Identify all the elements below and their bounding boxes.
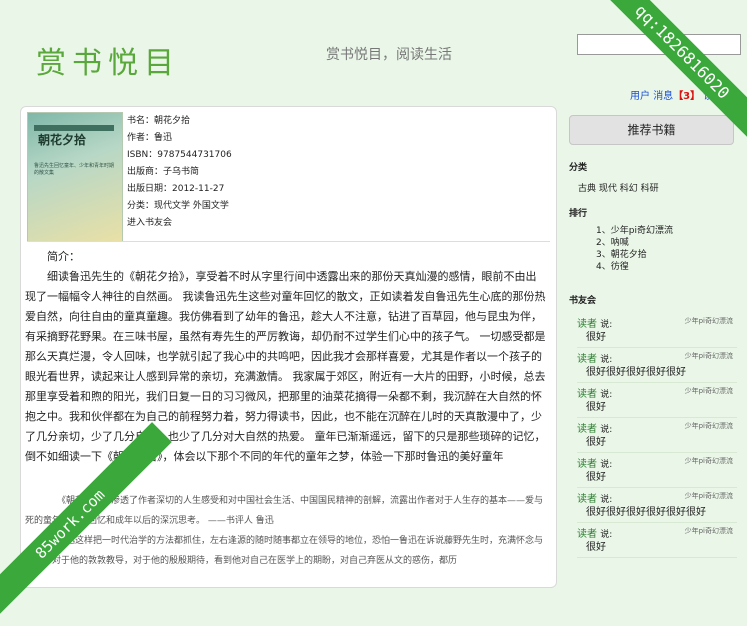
intro-text: 细读鲁迅先生的《朝花夕拾》，享受着不时从字里行间中透露出来的那份天真灿漫的感情，… — [25, 270, 546, 463]
book-isbn: ISBN：9787544731706 — [127, 150, 232, 160]
quote-2: 鲁迅这样把一时代治学的方法都抓住，左右逢源的随时随事都立在领导的地位，恐怕一鲁迅… — [25, 536, 544, 566]
post-book[interactable]: 少年pi奇幻漂流 — [685, 491, 733, 501]
post-book[interactable]: 少年pi奇幻漂流 — [685, 316, 733, 326]
cover-title: 朝花夕拾 — [38, 133, 87, 147]
post-text: 很好 — [586, 542, 606, 553]
post-book[interactable]: 少年pi奇幻漂流 — [685, 456, 733, 466]
user-link[interactable]: 用户 — [630, 91, 650, 102]
club-post: 读者 说: 少年pi奇幻漂流 很好很好很好很好很好 — [577, 348, 737, 383]
book-category: 分类：现代文学 外国文学 — [127, 201, 229, 211]
post-user[interactable]: 读者 — [577, 354, 597, 365]
post-text: 很好很好很好很好很好很好 — [586, 507, 706, 518]
post-text: 很好 — [586, 332, 606, 343]
post-book[interactable]: 少年pi奇幻漂流 — [685, 386, 733, 396]
club-post: 读者 说: 少年pi奇幻漂流 很好 — [577, 453, 737, 488]
book-club-posts: 读者 说: 少年pi奇幻漂流 很好 读者 说: 少年pi奇幻漂流 很好很好很好很好很… — [577, 313, 737, 558]
ranking-item[interactable]: 1、少年pi奇幻漂流 — [596, 225, 673, 237]
post-book[interactable]: 少年pi奇幻漂流 — [685, 526, 733, 536]
book-intro: 简介： 细读鲁迅先生的《朝花夕拾》，享受着不时从字里行间中透露出来的那份天真灿漫… — [25, 247, 547, 467]
post-user[interactable]: 读者 — [577, 389, 597, 400]
club-post: 读者 说: 少年pi奇幻漂流 很好 — [577, 383, 737, 418]
ranking-item[interactable]: 2、呐喊 — [596, 237, 673, 249]
club-post: 读者 说: 少年pi奇幻漂流 很好 — [577, 418, 737, 453]
book-author: 作者：鲁迅 — [127, 133, 173, 143]
post-says: 说: — [600, 355, 613, 365]
intro-label: 简介： — [47, 250, 80, 263]
post-says: 说: — [600, 530, 613, 540]
recommend-books-button[interactable]: 推荐书籍 — [569, 115, 734, 145]
book-title: 书名：朝花夕拾 — [127, 116, 191, 126]
post-says: 说: — [600, 320, 613, 330]
post-text: 很好 — [586, 402, 606, 413]
ranking-heading: 排行 — [569, 209, 588, 219]
club-post: 读者 说: 少年pi奇幻漂流 很好 — [577, 313, 737, 348]
club-post: 读者 说: 少年pi奇幻漂流 很好很好很好很好很好很好 — [577, 488, 737, 523]
post-user[interactable]: 读者 — [577, 529, 597, 540]
ranking-item[interactable]: 4、彷徨 — [596, 261, 673, 273]
ranking-item[interactable]: 3、朝花夕拾 — [596, 249, 673, 261]
post-says: 说: — [600, 495, 613, 505]
post-user[interactable]: 读者 — [577, 424, 597, 435]
post-says: 说: — [600, 460, 613, 470]
book-club-link[interactable]: 进入书友会 — [127, 215, 232, 232]
post-says: 说: — [600, 390, 613, 400]
divider — [27, 241, 550, 242]
cover-subtitle: 鲁迅先生回忆童年、少年和青年时期的散文集 — [34, 163, 115, 176]
post-says: 说: — [600, 425, 613, 435]
post-text: 很好 — [586, 437, 606, 448]
club-post: 读者 说: 少年pi奇幻漂流 很好 — [577, 523, 737, 558]
post-text: 很好 — [586, 472, 606, 483]
book-publish-date: 出版日期：2012-11-27 — [127, 184, 225, 194]
site-tagline: 赏书悦目，阅读生活 — [326, 47, 452, 63]
post-book[interactable]: 少年pi奇幻漂流 — [685, 351, 733, 361]
category-links[interactable]: 古典 现代 科幻 科研 — [578, 181, 659, 194]
message-count-badge: 【3】 — [673, 91, 701, 102]
ranking-list: 1、少年pi奇幻漂流 2、呐喊 3、朝花夕拾 4、彷徨 — [596, 225, 673, 273]
book-club-heading: 书友会 — [569, 296, 597, 306]
post-text: 很好很好很好很好很好 — [586, 367, 686, 378]
book-detail-card: 朝花夕拾 鲁迅先生回忆童年、少年和青年时期的散文集 书名：朝花夕拾 作者：鲁迅 … — [20, 106, 557, 588]
site-logo[interactable]: 赏书悦目 — [36, 38, 180, 82]
message-link[interactable]: 消息【3】 — [653, 91, 700, 102]
book-meta: 书名：朝花夕拾 作者：鲁迅 ISBN：9787544731706 出版商：子乌书… — [127, 113, 232, 232]
post-book[interactable]: 少年pi奇幻漂流 — [685, 421, 733, 431]
book-cover-image: 朝花夕拾 鲁迅先生回忆童年、少年和青年时期的散文集 — [27, 112, 123, 242]
book-publisher: 出版商：子乌书简 — [127, 167, 200, 177]
post-user[interactable]: 读者 — [577, 494, 597, 505]
categories-heading: 分类 — [569, 163, 588, 173]
post-user[interactable]: 读者 — [577, 459, 597, 470]
post-user[interactable]: 读者 — [577, 319, 597, 330]
